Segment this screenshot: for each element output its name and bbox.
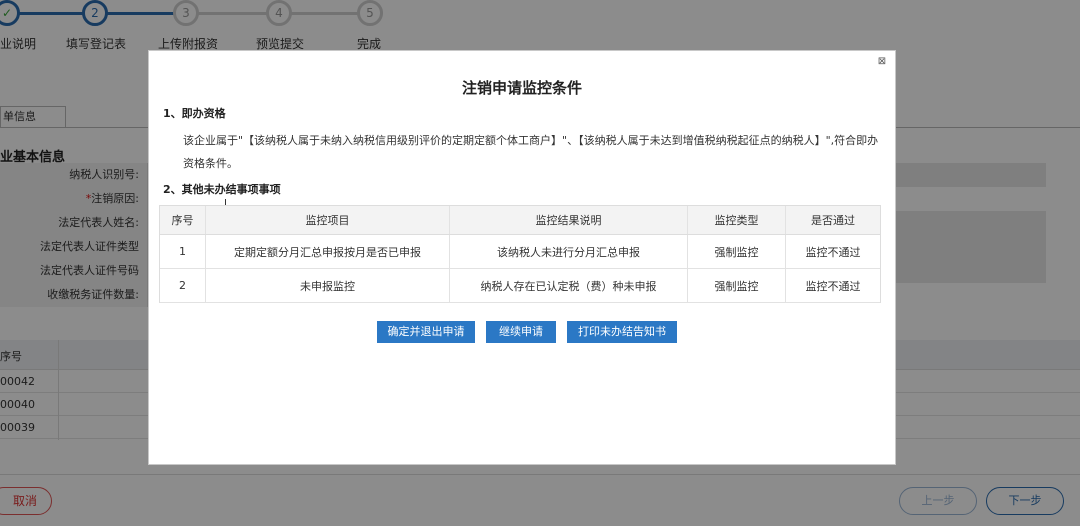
- cell-pass: 监控不通过: [805, 245, 861, 259]
- table-header-row: 序号 监控项目 监控结果说明 监控类型 是否通过: [160, 206, 880, 235]
- continue-button[interactable]: 继续申请: [486, 321, 556, 343]
- cell-type: 强制监控: [688, 269, 786, 302]
- cell-item: 未申报监控: [206, 269, 450, 302]
- column-header: 监控结果说明: [450, 206, 688, 234]
- dialog-title: 注销申请监控条件: [461, 79, 582, 97]
- table-row[interactable]: 1 定期定额分月汇总申报按月是否已申报 该纳税人未进行分月汇总申报 强制监控 监…: [160, 235, 880, 269]
- cell-result: 该纳税人未进行分月汇总申报: [450, 235, 688, 268]
- cell-seq: 2: [160, 269, 206, 302]
- column-header: 是否通过: [811, 214, 855, 227]
- monitor-conditions-dialog: ⊠ 注销申请监控条件 1、即办资格 该企业属于"【该纳税人属于未纳入纳税信用级别…: [148, 50, 896, 465]
- confirm-exit-button[interactable]: 确定并退出申请: [377, 321, 475, 343]
- column-header: 监控类型: [688, 206, 786, 234]
- cell-seq: 1: [160, 235, 206, 268]
- column-header: 监控项目: [206, 206, 450, 234]
- section-2-title: 2、其他未办结事项事项: [163, 183, 281, 196]
- column-header: 序号: [160, 206, 206, 234]
- table-row[interactable]: 2 未申报监控 纳税人存在已认定税（费）种未申报 强制监控 监控不通过: [160, 269, 880, 303]
- close-icon[interactable]: ⊠: [875, 55, 889, 69]
- cell-item: 定期定额分月汇总申报按月是否已申报: [206, 235, 450, 268]
- cell-type: 强制监控: [688, 235, 786, 268]
- section-1-title: 1、即办资格: [163, 107, 226, 120]
- cell-result: 纳税人存在已认定税（费）种未申报: [450, 269, 688, 302]
- monitor-table: 序号 监控项目 监控结果说明 监控类型 是否通过 1 定期定额分月汇总申报按月是…: [159, 205, 881, 303]
- cell-pass: 监控不通过: [805, 279, 861, 293]
- section-1-text: 该企业属于"【该纳税人属于未纳入纳税信用级别评价的定期定额个体工商户】"、【该纳…: [183, 134, 879, 170]
- print-notice-button[interactable]: 打印未办结告知书: [567, 321, 677, 343]
